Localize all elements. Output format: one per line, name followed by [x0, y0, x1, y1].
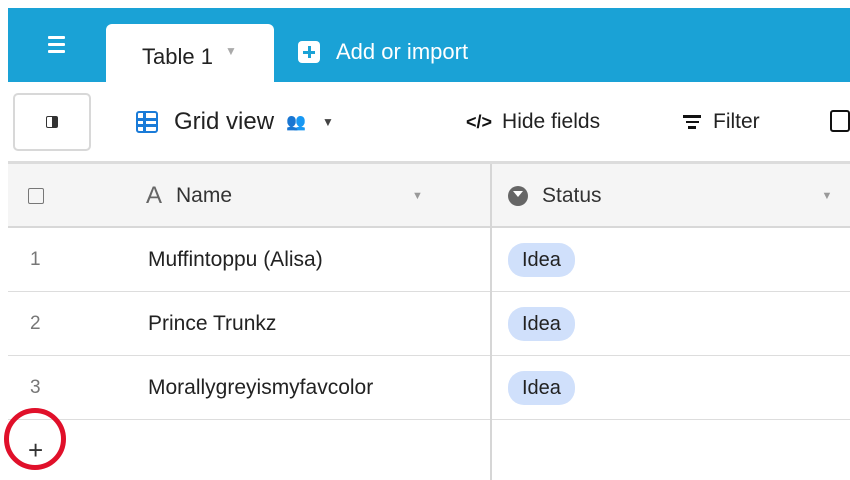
eye-slash-icon: </>: [466, 111, 493, 132]
add-or-import-button[interactable]: Add or import: [298, 32, 468, 72]
column-header-label: Status: [542, 184, 602, 207]
column-header-name[interactable]: A Name ▼: [146, 164, 423, 228]
column-header-label: Name: [176, 184, 233, 207]
header-row: A Name ▼ Status ▼: [8, 164, 850, 228]
name-cell[interactable]: Prince Trunkz: [148, 292, 276, 356]
hide-fields-label: Hide fields: [502, 110, 601, 133]
table-row[interactable]: 2 Prince Trunkz Idea: [8, 292, 850, 356]
sidebar-toggle-button[interactable]: [13, 93, 91, 151]
status-badge: Idea: [508, 307, 575, 341]
tab-table-1[interactable]: Table 1 ▼: [106, 24, 274, 90]
row-number: 2: [30, 313, 41, 334]
single-select-icon: [508, 186, 528, 206]
view-name: Grid view: [174, 108, 275, 135]
name-cell[interactable]: Morallygreyismyfavcolor: [148, 356, 373, 420]
status-cell[interactable]: Idea: [508, 356, 575, 420]
name-cell[interactable]: Muffintoppu (Alisa): [148, 228, 323, 292]
hamburger-menu-icon[interactable]: [36, 24, 76, 64]
data-grid: A Name ▼ Status ▼ 1 Muffintoppu (Alisa) …: [8, 164, 850, 480]
plus-box-icon: [298, 41, 320, 63]
filter-button[interactable]: Filter: [683, 106, 760, 138]
group-icon[interactable]: [830, 110, 850, 132]
chevron-down-icon: ▼: [321, 115, 334, 129]
table-row[interactable]: 1 Muffintoppu (Alisa) Idea: [8, 228, 850, 292]
status-badge: Idea: [508, 371, 575, 405]
row-number: 1: [30, 249, 41, 270]
view-switcher[interactable]: Grid view 👥 ▼: [136, 104, 334, 140]
add-import-label: Add or import: [336, 39, 469, 64]
column-header-status[interactable]: Status ▼: [508, 164, 832, 228]
column-menu-chevron-icon[interactable]: ▼: [412, 190, 423, 202]
sidebar-toggle-icon: [46, 116, 58, 128]
status-badge: Idea: [508, 243, 575, 277]
filter-label: Filter: [713, 110, 760, 133]
base-tab-bar: Table 1 ▼ Add or import: [8, 8, 850, 90]
column-menu-chevron-icon[interactable]: ▼: [822, 190, 833, 202]
grid-view-icon: [136, 111, 158, 133]
column-divider[interactable]: [490, 164, 492, 480]
filter-icon: [683, 115, 701, 129]
text-field-icon: A: [146, 182, 163, 209]
collaborative-people-icon: 👥: [286, 114, 306, 131]
tab-label: Table 1: [142, 44, 213, 69]
view-toolbar: Grid view 👥 ▼ </> Hide fields Filter: [8, 82, 850, 164]
annotation-circle: [4, 408, 66, 470]
add-row[interactable]: +: [8, 420, 850, 480]
table-row[interactable]: 3 Morallygreyismyfavcolor Idea: [8, 356, 850, 420]
status-cell[interactable]: Idea: [508, 228, 575, 292]
hide-fields-button[interactable]: </> Hide fields: [466, 106, 600, 138]
status-cell[interactable]: Idea: [508, 292, 575, 356]
select-all-checkbox[interactable]: [28, 164, 44, 228]
tab-caret-icon[interactable]: ▼: [225, 44, 237, 58]
